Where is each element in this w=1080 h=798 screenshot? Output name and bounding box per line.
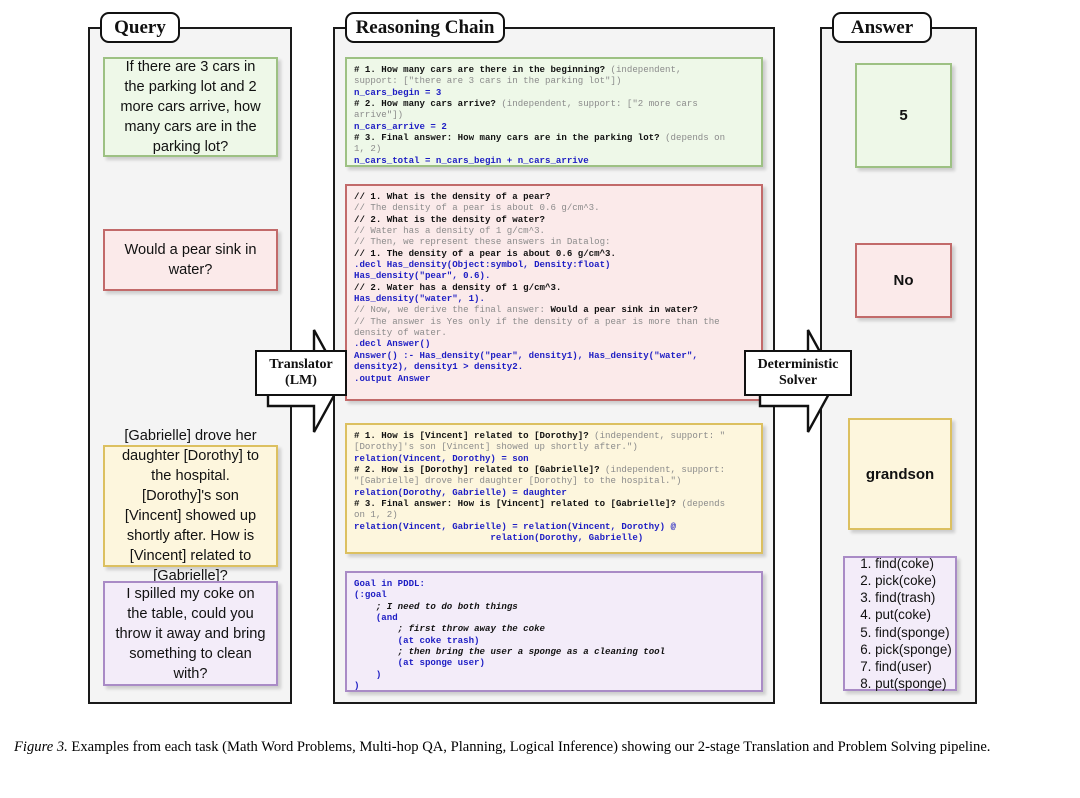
query-box-math[interactable]: If there are 3 cars in the parking lot a… — [103, 57, 278, 157]
reasoning-code-math: # 1. How many cars are there in the begi… — [354, 64, 726, 166]
answer-panel-title: Answer — [832, 12, 932, 43]
answer-panel-title-label: Answer — [850, 16, 914, 38]
answer-box-logic[interactable]: No — [855, 243, 952, 318]
query-text-math: If there are 3 cars in the parking lot a… — [120, 59, 261, 155]
reasoning-box-planning[interactable]: Goal in PDDL: (:goal ; I need to do both… — [345, 571, 763, 692]
query-text-planning: I spilled my coke on the table, could yo… — [115, 585, 266, 682]
reasoning-box-math[interactable]: # 1. How many cars are there in the begi… — [345, 57, 763, 167]
query-panel-title-label: Query — [114, 16, 166, 38]
reasoning-code-logic: // 1. What is the density of a pear? // … — [354, 191, 720, 384]
figure-caption: Figure 3. Examples from each task (Math … — [14, 737, 1066, 758]
answer-plan-step: 8. put(sponge) — [860, 676, 947, 692]
answer-plan-list: 1. find(coke) 2. pick(coke) 3. find(trash)… — [848, 548, 952, 700]
answer-plan-step: 4. put(coke) — [860, 607, 931, 623]
answer-plan-step: 2. pick(coke) — [860, 572, 937, 588]
query-box-multihop[interactable]: [Gabrielle] drove her daughter [Dorothy]… — [103, 428, 278, 584]
reasoning-panel-title: Reasoning Chain — [345, 12, 505, 43]
translator-arrow-label: Translator (LM) — [255, 350, 347, 396]
translator-label-line2: (LM) — [285, 373, 317, 388]
answer-text-logic: No — [893, 272, 914, 289]
reasoning-box-multihop[interactable]: # 1. How is [Vincent] related to [Doroth… — [345, 423, 763, 554]
translator-label-line1: Translator — [269, 356, 333, 372]
solver-arrow-label: Deterministic Solver — [744, 350, 852, 396]
reasoning-panel-title-label: Reasoning Chain — [355, 16, 495, 38]
solver-label-line2: Solver — [778, 373, 818, 388]
figure-caption-text: Examples from each task (Math Word Probl… — [67, 739, 991, 755]
query-text-logic: Would a pear sink in water? — [124, 242, 257, 278]
answer-plan-step: 3. find(trash) — [860, 590, 936, 606]
query-box-planning[interactable]: I spilled my coke on the table, could yo… — [103, 581, 278, 686]
reasoning-code-planning: Goal in PDDL: (:goal ; I need to do both… — [354, 578, 666, 692]
answer-text-math: 5 — [899, 107, 908, 124]
answer-box-planning[interactable]: 1. find(coke) 2. pick(coke) 3. find(trash)… — [843, 556, 957, 691]
query-box-logic[interactable]: Would a pear sink in water? — [103, 229, 278, 291]
reasoning-box-logic[interactable]: // 1. What is the density of a pear? // … — [345, 184, 763, 401]
answer-plan-step: 1. find(coke) — [860, 555, 934, 571]
solver-label-line1: Deterministic — [757, 356, 839, 372]
answer-plan-step: 6. pick(sponge) — [860, 641, 952, 657]
figure-caption-label: Figure 3. — [14, 739, 68, 755]
answer-plan-step: 7. find(user) — [860, 658, 932, 674]
query-text-multihop: [Gabrielle] drove her daughter [Dorothy]… — [121, 428, 260, 584]
reasoning-code-multihop: # 1. How is [Vincent] related to [Doroth… — [354, 430, 726, 544]
query-panel-title: Query — [100, 12, 180, 43]
answer-box-math[interactable]: 5 — [855, 63, 952, 168]
answer-plan-step: 5. find(sponge) — [860, 624, 950, 640]
answer-box-multihop[interactable]: grandson — [848, 418, 952, 530]
answer-text-multihop: grandson — [865, 465, 935, 483]
